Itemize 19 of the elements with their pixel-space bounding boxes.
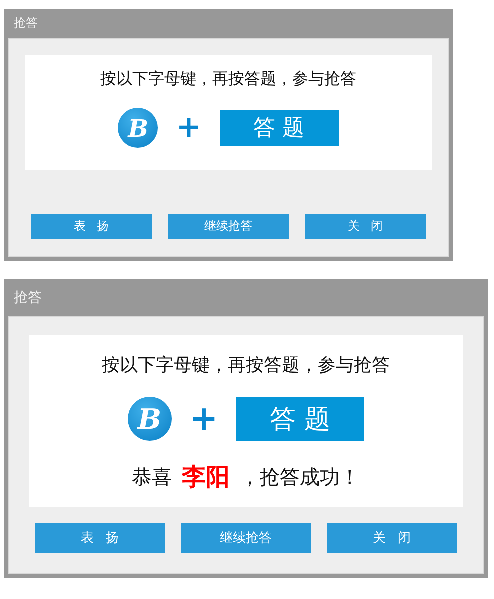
success-text: ，抢答成功！ [240, 464, 360, 490]
dialog-button[interactable]: 关 闭 [305, 214, 426, 239]
window-title: 抢答 [13, 15, 39, 32]
dialog-button[interactable]: 表 扬 [31, 214, 152, 239]
dialog-button[interactable]: 关 闭 [327, 523, 457, 553]
answer-button[interactable]: 答 题 [220, 110, 339, 146]
instruction-text: 按以下字母键，再按答题，参与抢答 [100, 69, 356, 90]
key-badge: B [128, 397, 172, 441]
key-badge: B [118, 108, 158, 148]
plus-sign: + [190, 402, 218, 436]
congrats-text: 恭喜 [132, 464, 172, 490]
answer-button[interactable]: 答 题 [236, 397, 364, 441]
dialog-button[interactable]: 继续抢答 [181, 523, 311, 553]
dialog-button[interactable]: 表 扬 [35, 523, 165, 553]
winner-name: 李阳 [182, 462, 230, 493]
window-title: 抢答 [13, 288, 43, 308]
plus-sign: + [176, 113, 202, 143]
dialog-button[interactable]: 继续抢答 [168, 214, 289, 239]
instruction-text: 按以下字母键，再按答题，参与抢答 [102, 354, 390, 377]
